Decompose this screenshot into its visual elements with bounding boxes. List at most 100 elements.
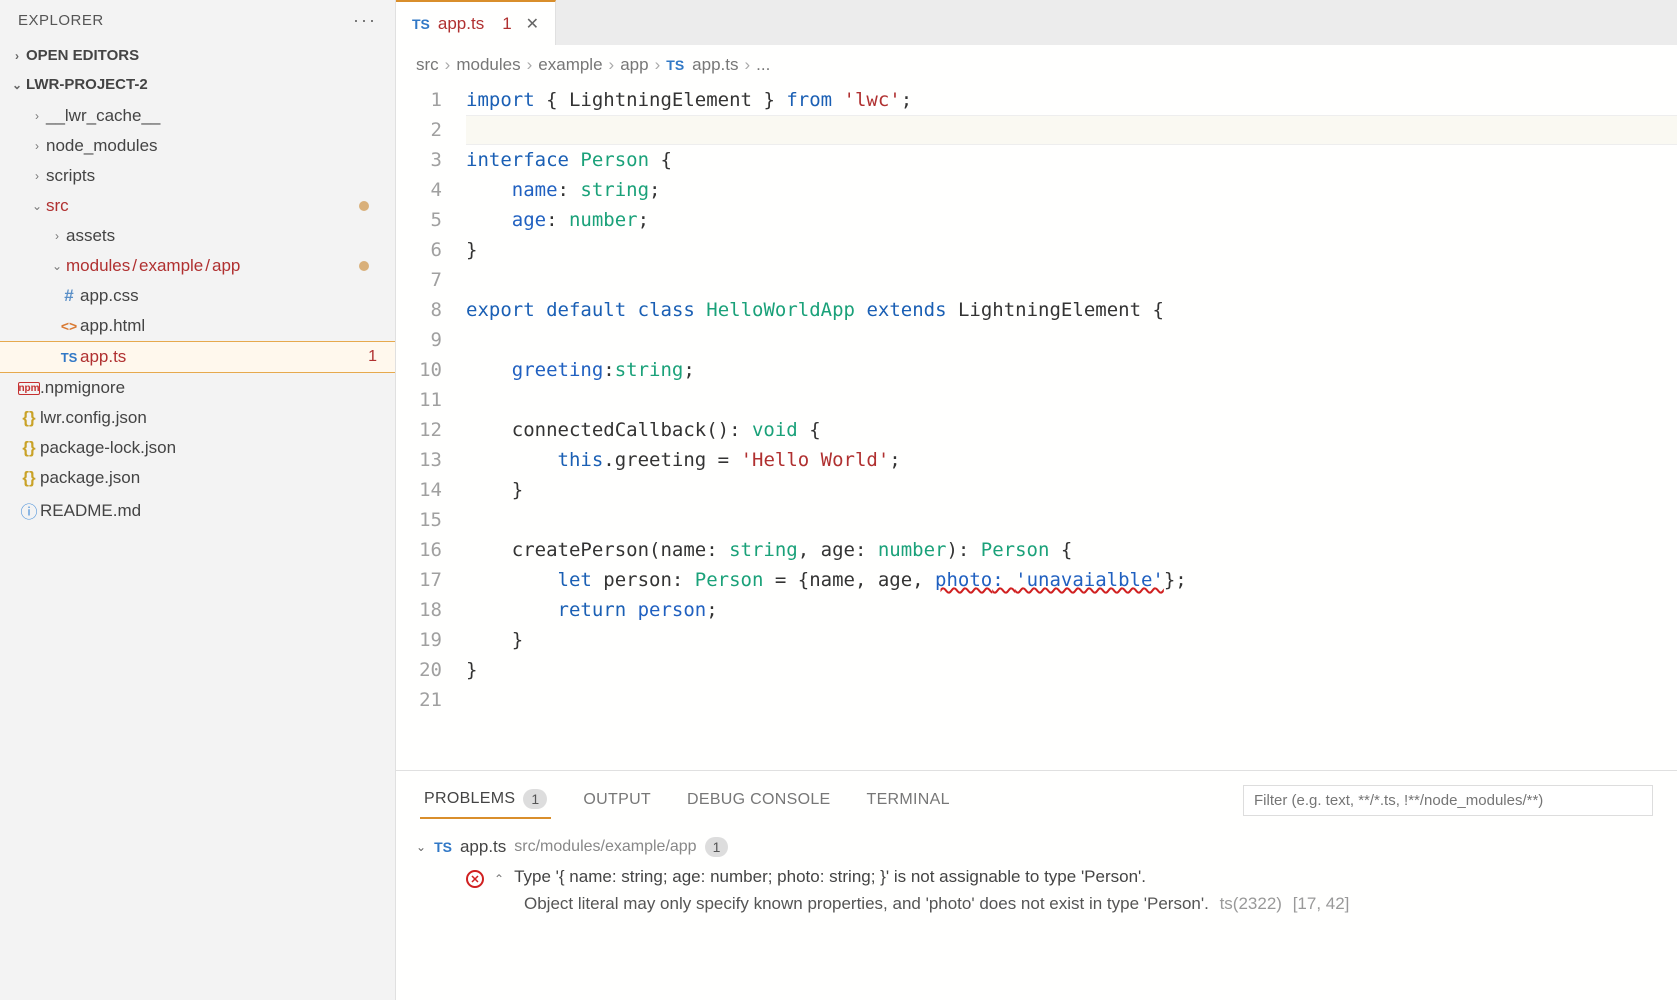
open-editors-label: OPEN EDITORS <box>26 47 139 64</box>
ts-file-icon: TS <box>412 16 430 32</box>
project-section[interactable]: ⌄ LWR-PROJECT-2 <box>0 70 395 99</box>
chevron-down-icon: ⌄ <box>416 840 426 854</box>
tree-folder-modules-path[interactable]: ⌄ modules/example/app <box>0 251 395 281</box>
explorer-sidebar: EXPLORER ··· › OPEN EDITORS ⌄ LWR-PROJEC… <box>0 0 396 1000</box>
file-label: package-lock.json <box>40 438 176 458</box>
problem-location: [17, 42] <box>1293 894 1350 913</box>
explorer-title: EXPLORER <box>18 12 104 29</box>
chevron-right-icon: › <box>655 55 661 75</box>
tab-debug-console[interactable]: DEBUG CONSOLE <box>683 783 835 817</box>
tree-folder-lwr-cache[interactable]: › __lwr_cache__ <box>0 101 395 131</box>
problem-file-name: app.ts <box>460 837 506 857</box>
problems-list: ⌄ TS app.ts src/modules/example/app 1 ⌃ … <box>396 819 1677 930</box>
path-app: app <box>212 256 240 275</box>
path-modules: modules <box>66 256 130 275</box>
css-file-icon: # <box>58 286 80 306</box>
breadcrumbs[interactable]: src› modules› example› app› TS app.ts› .… <box>396 45 1677 85</box>
editor-area: TS app.ts 1 ✕ src› modules› example› app… <box>396 0 1677 1000</box>
panel-tabs: PROBLEMS 1 OUTPUT DEBUG CONSOLE TERMINAL <box>396 771 1677 819</box>
chevron-right-icon: › <box>744 55 750 75</box>
chevron-right-icon: › <box>445 55 451 75</box>
tab-label: app.ts <box>438 14 484 34</box>
folder-label: __lwr_cache__ <box>46 106 160 126</box>
chevron-up-icon: ⌃ <box>494 872 504 886</box>
explorer-header: EXPLORER ··· <box>0 0 395 41</box>
crumb[interactable]: app <box>620 55 648 75</box>
crumb-trailing: ... <box>756 55 770 75</box>
folder-label: assets <box>66 226 115 246</box>
problem-detail-text: Object literal may only specify known pr… <box>524 894 1209 913</box>
modified-dot-icon <box>359 261 369 271</box>
tree-file-package-lock[interactable]: {} package-lock.json <box>0 433 395 463</box>
json-file-icon: {} <box>18 468 40 488</box>
tab-label: PROBLEMS <box>424 790 515 808</box>
chevron-down-icon: ⌄ <box>28 199 46 213</box>
tree-folder-src[interactable]: ⌄ src <box>0 191 395 221</box>
folder-label: scripts <box>46 166 95 186</box>
folder-label: src <box>46 196 69 216</box>
chevron-down-icon: ⌄ <box>8 78 26 92</box>
modified-dot-icon <box>359 201 369 211</box>
line-gutter: 123456789101112131415161718192021 <box>396 85 466 770</box>
tree-file-app-css[interactable]: # app.css <box>0 281 395 311</box>
open-editors-section[interactable]: › OPEN EDITORS <box>0 41 395 70</box>
error-count: 1 <box>368 348 377 366</box>
error-icon <box>466 870 484 888</box>
tree-file-readme[interactable]: ⓘ README.md <box>0 493 395 528</box>
html-file-icon: <> <box>58 318 80 334</box>
file-tree: › __lwr_cache__ › node_modules › scripts… <box>0 99 395 530</box>
file-label: package.json <box>40 468 140 488</box>
tree-folder-assets[interactable]: › assets <box>0 221 395 251</box>
tree-file-app-html[interactable]: <> app.html <box>0 311 395 341</box>
npm-file-icon: npm <box>18 382 40 395</box>
ts-file-icon: TS <box>666 57 684 73</box>
file-label: README.md <box>40 501 141 521</box>
crumb[interactable]: example <box>538 55 602 75</box>
problem-file-count: 1 <box>705 837 729 857</box>
path-example: example <box>139 256 203 275</box>
file-label: lwr.config.json <box>40 408 147 428</box>
tabs-bar: TS app.ts 1 ✕ <box>396 0 1677 45</box>
tab-error-count: 1 <box>502 14 511 34</box>
problem-code: ts(2322) <box>1220 894 1282 913</box>
explorer-more-icon[interactable]: ··· <box>353 10 377 31</box>
chevron-right-icon: › <box>28 169 46 183</box>
tab-output[interactable]: OUTPUT <box>579 783 655 817</box>
json-file-icon: {} <box>18 438 40 458</box>
folder-label: node_modules <box>46 136 158 156</box>
code-editor[interactable]: 123456789101112131415161718192021 import… <box>396 85 1677 770</box>
tree-file-app-ts[interactable]: TS app.ts 1 <box>0 341 395 373</box>
tab-problems[interactable]: PROBLEMS 1 <box>420 781 551 819</box>
problem-message: Type '{ name: string; age: number; photo… <box>514 867 1146 887</box>
crumb-file[interactable]: app.ts <box>692 55 738 75</box>
tree-folder-node-modules[interactable]: › node_modules <box>0 131 395 161</box>
problem-file-path: src/modules/example/app <box>514 838 696 856</box>
tree-file-lwr-config[interactable]: {} lwr.config.json <box>0 403 395 433</box>
tree-file-npmignore[interactable]: npm .npmignore <box>0 373 395 403</box>
chevron-right-icon: › <box>609 55 615 75</box>
tab-terminal[interactable]: TERMINAL <box>863 783 954 817</box>
ts-file-icon: TS <box>434 839 452 855</box>
crumb[interactable]: modules <box>456 55 520 75</box>
ts-file-icon: TS <box>58 350 80 365</box>
tree-folder-scripts[interactable]: › scripts <box>0 161 395 191</box>
code-content[interactable]: import { LightningElement } from 'lwc'; … <box>466 85 1677 770</box>
chevron-right-icon: › <box>28 109 46 123</box>
project-label: LWR-PROJECT-2 <box>26 76 148 93</box>
problem-item[interactable]: ⌃ Type '{ name: string; age: number; pho… <box>406 863 1667 892</box>
chevron-right-icon: › <box>28 139 46 153</box>
chevron-right-icon: › <box>527 55 533 75</box>
tab-app-ts[interactable]: TS app.ts 1 ✕ <box>396 0 556 45</box>
chevron-down-icon: ⌄ <box>48 259 66 273</box>
problems-filter-input[interactable] <box>1243 785 1653 816</box>
bottom-panel: PROBLEMS 1 OUTPUT DEBUG CONSOLE TERMINAL… <box>396 770 1677 1000</box>
chevron-right-icon: › <box>8 49 26 63</box>
file-label: .npmignore <box>40 378 125 398</box>
file-label: app.html <box>80 316 145 336</box>
file-label: app.ts <box>80 347 126 367</box>
crumb[interactable]: src <box>416 55 439 75</box>
tree-file-package-json[interactable]: {} package.json <box>0 463 395 493</box>
close-icon[interactable]: ✕ <box>526 14 539 34</box>
chevron-right-icon: › <box>48 229 66 243</box>
problem-file-row[interactable]: ⌄ TS app.ts src/modules/example/app 1 <box>406 831 1667 863</box>
